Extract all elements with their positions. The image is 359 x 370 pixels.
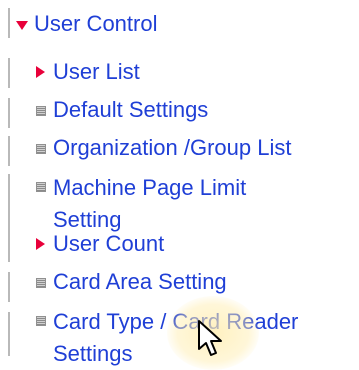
mouse-pointer-icon (198, 320, 222, 356)
tree-item-label[interactable]: User Count (53, 230, 164, 258)
tree-root-label[interactable]: User Control (34, 10, 157, 38)
tree-item-label[interactable]: Card Area Setting (53, 268, 227, 296)
tree-item-user-count[interactable]: User Count (36, 230, 164, 258)
tree-line-root (8, 8, 10, 38)
tree-item-label[interactable]: User List (53, 58, 140, 86)
page-icon (36, 316, 46, 326)
tree-line (8, 58, 10, 88)
page-icon (36, 144, 46, 154)
tree-line (8, 98, 10, 128)
caret-down-icon[interactable] (16, 20, 28, 30)
tree-line (8, 312, 10, 356)
page-icon (36, 182, 46, 192)
tree-item-label[interactable]: Default Settings (53, 96, 208, 124)
tree-line (8, 174, 10, 240)
tree-item-default-settings[interactable]: Default Settings (36, 96, 208, 124)
page-icon (36, 278, 46, 288)
tree-item-label[interactable]: Machine Page Limit Setting (53, 172, 273, 236)
tree-item-organization-group-list[interactable]: Organization /Group List (36, 134, 291, 162)
tree-item-machine-page-limit-setting[interactable]: Machine Page Limit Setting (36, 172, 273, 236)
tree-item-label[interactable]: Organization /Group List (53, 134, 291, 162)
tree-line (8, 136, 10, 166)
tree-line (8, 232, 10, 262)
tree-root-user-control[interactable]: User Control (16, 8, 157, 40)
caret-right-icon[interactable] (36, 66, 45, 78)
tree-line (8, 272, 10, 302)
tree-item-user-list[interactable]: User List (36, 58, 140, 86)
tree-item-card-area-setting[interactable]: Card Area Setting (36, 268, 227, 296)
caret-right-icon[interactable] (36, 238, 45, 250)
page-icon (36, 106, 46, 116)
